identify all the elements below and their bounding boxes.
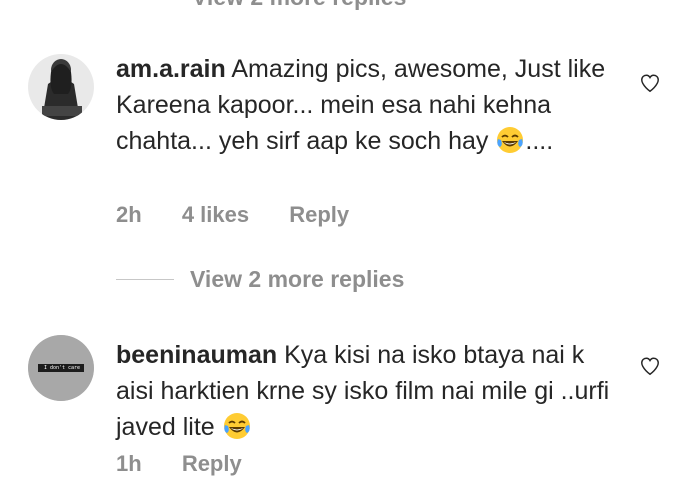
view-more-replies-label: View 2 more replies [190,266,405,292]
heart-icon[interactable] [639,72,661,94]
reply-button[interactable]: Reply [182,451,242,476]
avatar[interactable]: I don't care [28,335,94,401]
laughing-emoji-icon [495,125,525,155]
view-more-replies-top[interactable]: View 2 more replies [192,0,406,11]
comment-username[interactable]: am.a.rain [116,55,226,83]
heart-icon[interactable] [639,355,661,377]
comment-meta: 2h 4 likes Reply [116,202,383,228]
comment-time: 2h [116,202,142,227]
comment-body: beeninauman Kya kisi na isko btaya nai k… [116,337,616,445]
reply-divider-line [116,279,174,280]
comment-meta: 1h Reply [116,451,276,477]
avatar[interactable] [28,54,94,120]
view-more-replies-button[interactable]: View 2 more replies [116,266,404,296]
comment-text-ellipsis: .... [525,127,554,155]
laughing-emoji-icon [222,411,252,441]
comment-body: am.a.rain Amazing pics, awesome, Just li… [116,51,616,159]
avatar-caption: I don't care [43,365,81,371]
reply-button[interactable]: Reply [289,202,349,227]
comment-username[interactable]: beeninauman [116,341,277,369]
comment-time: 1h [116,451,142,476]
comment-likes[interactable]: 4 likes [182,202,249,227]
